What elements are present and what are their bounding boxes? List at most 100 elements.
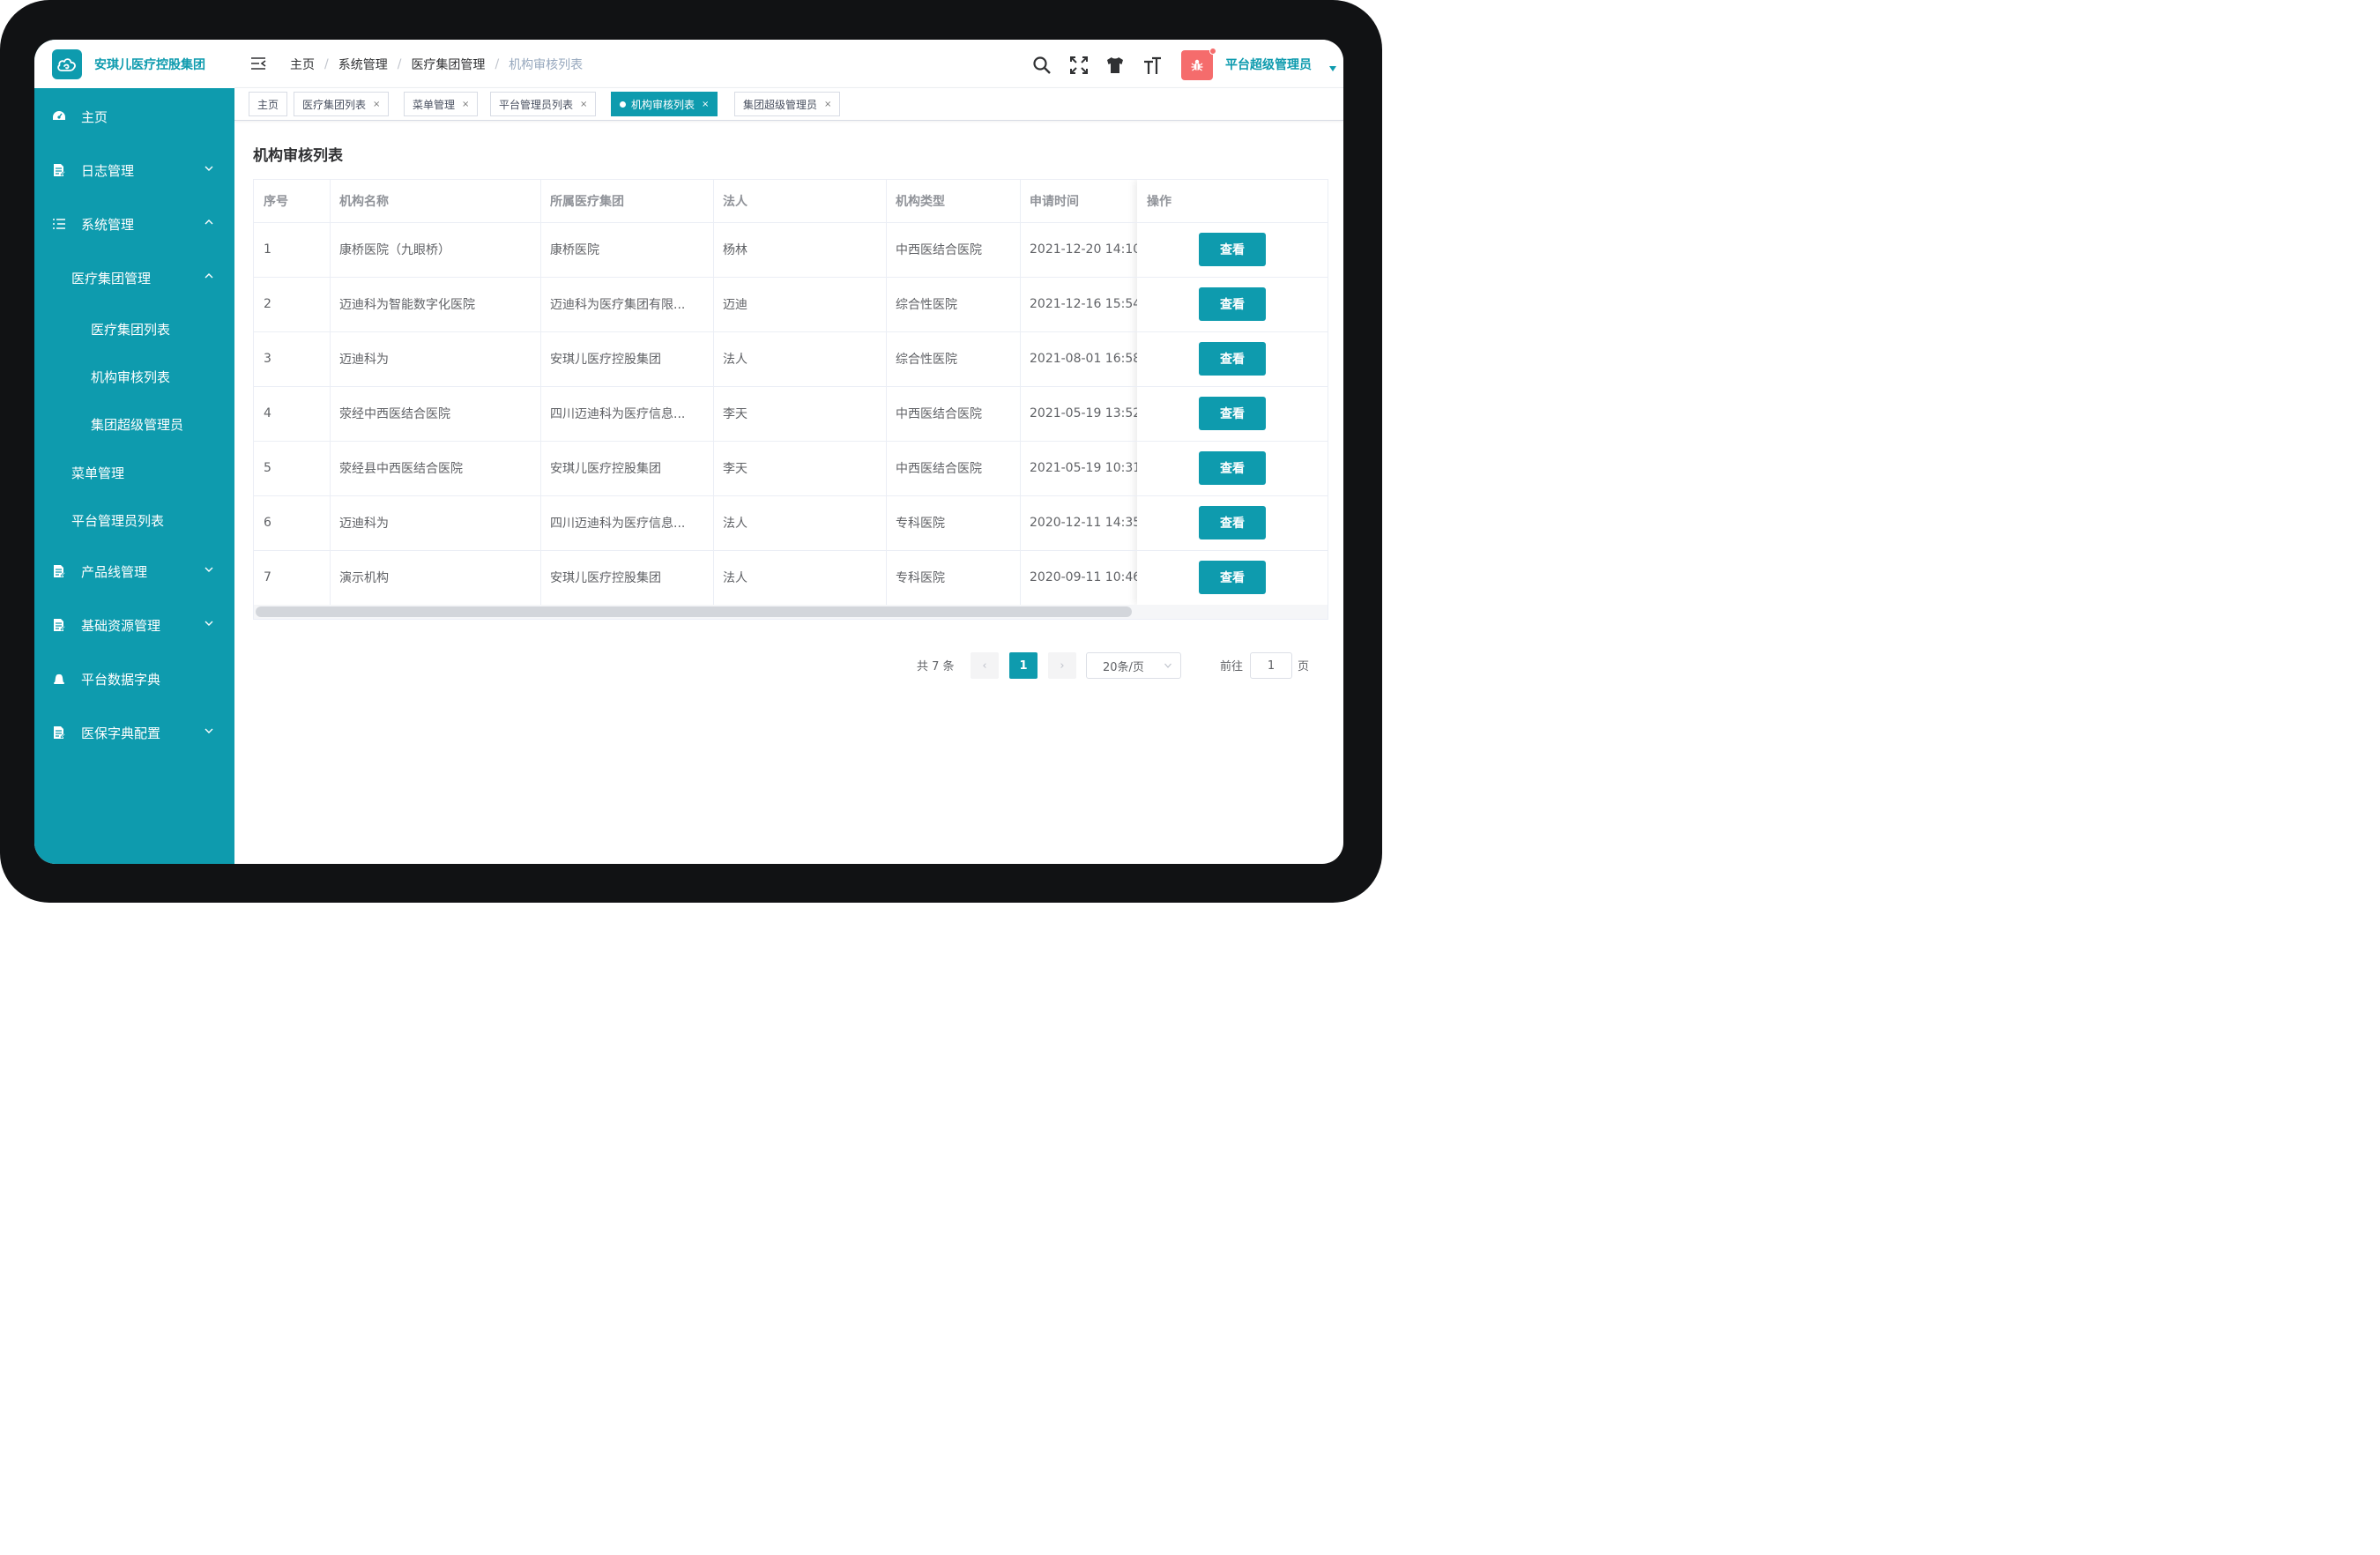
column-header: 所属医疗集团 [550, 195, 624, 209]
avatar[interactable] [1181, 50, 1213, 80]
tag-medical-group-list[interactable]: 医疗集团列表 × [294, 92, 390, 116]
sidebar-item-base-resources[interactable]: 基础资源管理 [34, 607, 234, 643]
font-size-icon[interactable] [1142, 56, 1162, 75]
breadcrumb-item[interactable]: 医疗集团管理 [411, 56, 485, 73]
sidebar-item-logs[interactable]: 日志管理 [34, 153, 234, 188]
sidebar-item-platform-admins[interactable]: 平台管理员列表 [34, 502, 234, 538]
table-cell: 四川迈迪科为医疗信息... [550, 407, 686, 421]
close-icon[interactable]: × [580, 100, 587, 109]
column-header: 法人 [723, 195, 747, 209]
search-icon[interactable] [1032, 56, 1052, 75]
goto-label: 前往 [1220, 660, 1244, 673]
sidebar-item-label: 产品线管理 [81, 563, 148, 580]
close-icon[interactable]: × [373, 100, 380, 109]
tags-view: 主页 医疗集团列表 × 菜单管理 × 平台管理员列表 × 机构审核列表 × 集团… [234, 88, 1343, 121]
close-icon[interactable]: × [462, 100, 469, 109]
user-name[interactable]: 平台超级管理员 [1225, 56, 1312, 73]
tag-institution-review[interactable]: 机构审核列表 × [611, 92, 718, 116]
tag-label: 菜单管理 [413, 98, 456, 111]
table-cell: 法人 [723, 517, 747, 531]
tag-menu-mgmt[interactable]: 菜单管理 × [404, 92, 479, 116]
table-cell: 2021-12-20 14:10 [1030, 242, 1137, 257]
goto-page-input[interactable] [1250, 652, 1292, 679]
chevron-down-icon [205, 166, 213, 171]
table-cell: 迈迪科为 [339, 353, 389, 367]
table-cell: 法人 [723, 353, 747, 367]
table-cell: 李天 [723, 407, 747, 421]
view-button[interactable]: 查看 [1199, 233, 1266, 266]
list-icon [53, 219, 65, 229]
tag-platform-admins[interactable]: 平台管理员列表 × [490, 92, 597, 116]
logo[interactable]: 安琪儿医疗控股集团 [34, 40, 234, 88]
table-cell: 3 [264, 352, 271, 366]
sidebar-item-insurance-dictionary[interactable]: 医保字典配置 [34, 715, 234, 750]
table-cell: 专科医院 [896, 571, 945, 585]
sidebar-item-label: 集团超级管理员 [91, 416, 184, 433]
column-header: 序号 [264, 195, 288, 209]
sidebar-item-group-super-admin[interactable]: 集团超级管理员 [34, 406, 234, 442]
sidebar-item-home[interactable]: 主页 [34, 99, 234, 134]
bell-icon [54, 673, 64, 684]
table-cell: 安琪儿医疗控股集团 [550, 353, 661, 367]
tag-group-super-admin[interactable]: 集团超级管理员 × [734, 92, 841, 116]
table-cell: 专科医院 [896, 517, 945, 531]
chevron-down-icon [205, 621, 213, 626]
close-icon[interactable]: × [702, 100, 709, 109]
table-cell: 1 [264, 242, 271, 257]
view-button[interactable]: 查看 [1199, 397, 1266, 430]
tag-home[interactable]: 主页 [249, 92, 288, 116]
page-size-select[interactable]: 20条/页 [1086, 652, 1181, 679]
theme-shirt-icon[interactable] [1105, 56, 1125, 75]
sidebar: 安琪儿医疗控股集团 主页 日志管理 系统管理 医疗集团管理 医疗集团列表 机构审… [34, 40, 234, 864]
tag-label: 医疗集团列表 [302, 98, 367, 111]
table-cell: 法人 [723, 571, 747, 585]
caret-down-icon[interactable] [1329, 66, 1336, 71]
close-icon[interactable]: × [824, 100, 831, 109]
document-icon [54, 726, 66, 739]
sidebar-item-data-dictionary[interactable]: 平台数据字典 [34, 661, 234, 696]
table-cell: 中西医结合医院 [896, 462, 982, 476]
table-cell: 综合性医院 [896, 353, 957, 367]
sidebar-item-label: 日志管理 [81, 162, 135, 179]
page-number-button[interactable]: 1 [1009, 652, 1038, 679]
sidebar-item-system[interactable]: 系统管理 [34, 206, 234, 242]
chevron-up-icon [205, 219, 213, 225]
breadcrumb-item[interactable]: 主页 [290, 56, 315, 73]
chevron-up-icon [205, 273, 213, 279]
table-cell: 四川迈迪科为医疗信息... [550, 517, 686, 531]
prev-page-button[interactable]: ‹ [971, 652, 999, 679]
tag-label: 主页 [257, 98, 279, 111]
view-button[interactable]: 查看 [1199, 451, 1266, 485]
sidebar-item-label: 系统管理 [81, 216, 135, 233]
dashboard-icon [53, 111, 65, 120]
sidebar-item-institution-review[interactable]: 机构审核列表 [34, 359, 234, 394]
table-cell: 中西医结合医院 [896, 407, 982, 421]
sidebar-item-menu-mgmt[interactable]: 菜单管理 [34, 455, 234, 490]
view-button[interactable]: 查看 [1199, 561, 1266, 594]
breadcrumb: 主页 / 系统管理 / 医疗集团管理 / 机构审核列表 [290, 56, 583, 73]
hamburger-icon[interactable] [250, 56, 266, 71]
next-page-button[interactable]: › [1048, 652, 1076, 679]
breadcrumb-item-current: 机构审核列表 [509, 58, 584, 72]
table-cell: 中西医结合医院 [896, 243, 982, 257]
table-cell: 5 [264, 461, 271, 475]
breadcrumb-item[interactable]: 系统管理 [338, 56, 388, 73]
column-header: 申请时间 [1030, 195, 1079, 209]
sidebar-item-medical-group-mgmt[interactable]: 医疗集团管理 [34, 260, 234, 295]
view-button[interactable]: 查看 [1199, 287, 1266, 321]
table-cell: 康桥医院（九眼桥） [339, 243, 450, 257]
top-header: 主页 / 系统管理 / 医疗集团管理 / 机构审核列表 平台超级管理员 [234, 40, 1343, 88]
fullscreen-icon[interactable] [1069, 56, 1089, 75]
sidebar-item-product-line[interactable]: 产品线管理 [34, 554, 234, 589]
table-cell: 2021-12-16 15:54 [1030, 297, 1137, 311]
table-cell: 迈迪 [723, 298, 747, 312]
sidebar-item-label: 主页 [81, 108, 108, 125]
table-cell: 安琪儿医疗控股集团 [550, 571, 661, 585]
view-button[interactable]: 查看 [1199, 506, 1266, 539]
view-button[interactable]: 查看 [1199, 342, 1266, 376]
breadcrumb-separator: / [324, 57, 329, 71]
pagination-total: 共 7 条 [917, 660, 955, 673]
horizontal-scrollbar[interactable] [256, 606, 1132, 617]
app-window: 安琪儿医疗控股集团 主页 日志管理 系统管理 医疗集团管理 医疗集团列表 机构审… [34, 40, 1343, 864]
sidebar-item-medical-group-list[interactable]: 医疗集团列表 [34, 311, 234, 346]
